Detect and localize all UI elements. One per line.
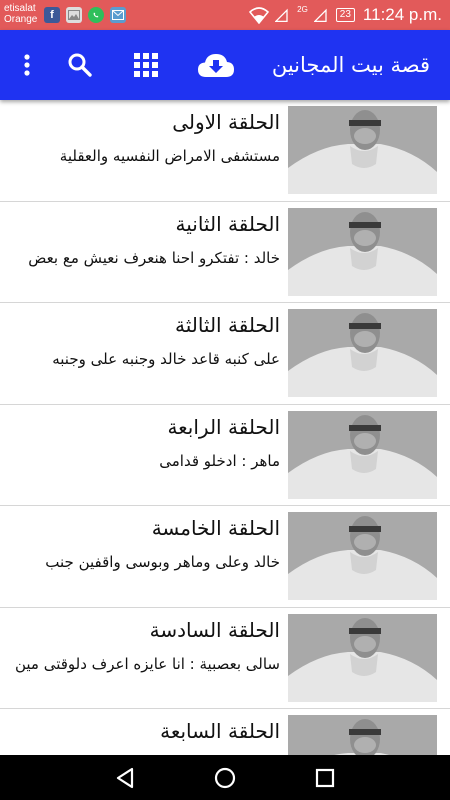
whatsapp-icon (88, 7, 104, 23)
episode-subtitle: على كنبه قاعد خالد وجنبه على وجنبه (52, 350, 280, 368)
signal-icon (275, 8, 288, 23)
list-item[interactable]: الحلقة السادسة سالى بعصبية : انا عايزه ا… (0, 607, 450, 709)
list-item[interactable]: الحلقة الخامسة خالد وعلى وماهر وبوسى واق… (0, 506, 450, 608)
grid-icon[interactable] (130, 30, 162, 100)
episode-title: الحلقة السادسة (149, 617, 280, 642)
list-item[interactable]: الحلقة السابعة (0, 709, 450, 755)
episode-title: الحلقة الخامسة (151, 516, 280, 540)
episode-thumbnail (288, 715, 437, 755)
back-triangle-icon[interactable] (100, 755, 150, 800)
list-item[interactable]: الحلقة الاولى مستشفى الامراض النفسيه وال… (0, 100, 450, 202)
episode-list: الحلقة الاولى مستشفى الامراض النفسيه وال… (0, 100, 450, 755)
signal-2-icon (313, 8, 327, 23)
carrier-line-1: etisalat (4, 3, 36, 14)
episode-thumbnail (288, 410, 437, 499)
carrier-label: etisalat Orange (4, 3, 37, 25)
episode-subtitle: خالد وعلى وماهر وبوسى واقفين جنب (45, 553, 280, 571)
download-cloud-icon[interactable] (196, 30, 236, 100)
message-icon (110, 7, 126, 23)
wifi-icon (249, 7, 270, 24)
list-item[interactable]: الحلقة الرابعة ماهر : ادخلو قدامى (0, 404, 450, 506)
network-type-label: 2G (297, 4, 308, 14)
episode-thumbnail (288, 613, 437, 702)
episode-title: الحلقة الثانية (175, 211, 280, 236)
episode-title: الحلقة الاولى (172, 110, 280, 134)
episode-subtitle: سالى بعصبية : انا عايزه اعرف دلوقتى مين (14, 654, 280, 673)
battery-indicator: 23 (335, 8, 355, 22)
list-item[interactable]: الحلقة الثالثة على كنبه قاعد خالد وجنبه … (0, 303, 450, 405)
image-icon (66, 7, 82, 23)
recents-square-icon[interactable] (300, 755, 350, 800)
status-bar: etisalat Orange f 2G 23 11:24 p.m. (0, 0, 450, 30)
app-bar: قصة بيت المجانين (0, 30, 450, 100)
status-right: 2G 23 11:24 p.m. (249, 5, 442, 25)
notification-icons: f (44, 7, 126, 23)
episode-thumbnail (288, 512, 437, 600)
app-title: قصة بيت المجانين (271, 53, 430, 77)
facebook-icon: f (44, 7, 60, 23)
home-circle-icon[interactable] (200, 755, 250, 800)
episode-title: الحلقة الرابعة (167, 414, 280, 439)
episode-thumbnail (288, 106, 437, 194)
episode-thumbnail (288, 207, 437, 296)
episode-thumbnail (288, 309, 437, 397)
list-item[interactable]: الحلقة الثانية خالد : تفتكرو احنا هنعرف … (0, 201, 450, 303)
episode-title: الحلقة الثالثة (174, 313, 280, 337)
episode-subtitle: ماهر : ادخلو قدامى (159, 451, 280, 470)
status-clock: 11:24 p.m. (362, 5, 442, 24)
episode-subtitle: خالد : تفتكرو احنا هنعرف نعيش مع بعض (28, 248, 280, 267)
more-vert-icon[interactable] (14, 30, 40, 100)
search-icon[interactable] (64, 30, 96, 100)
episode-title: الحلقة السابعة (160, 719, 280, 743)
carrier-line-2: Orange (4, 14, 38, 25)
system-nav-bar (0, 755, 450, 800)
episode-subtitle: مستشفى الامراض النفسيه والعقلية (59, 147, 280, 165)
